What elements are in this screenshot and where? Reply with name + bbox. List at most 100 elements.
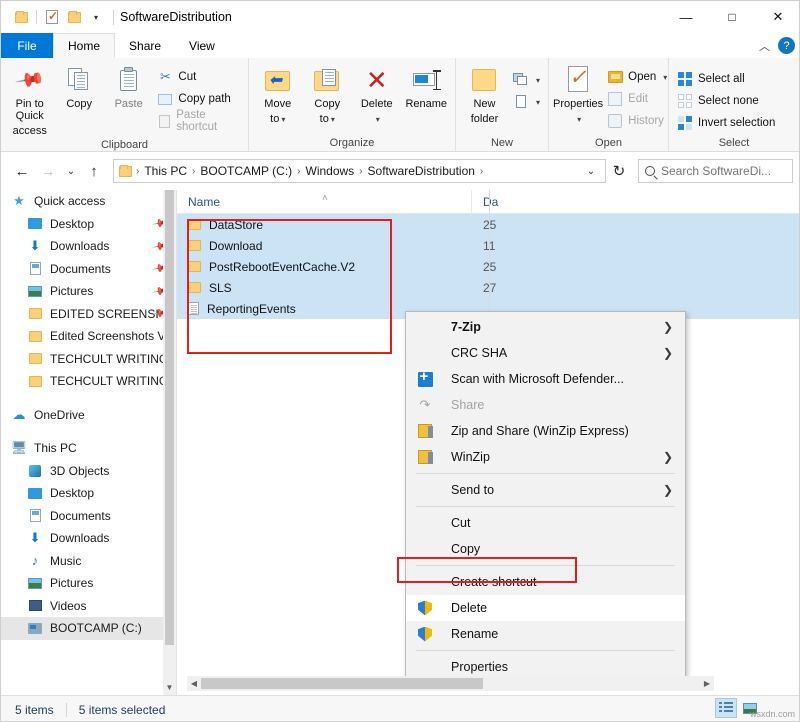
pin-to-quick-access-button[interactable]: 📌 Pin to Quick access bbox=[5, 61, 54, 137]
hscroll-left-icon[interactable]: ◀ bbox=[187, 676, 201, 691]
delete-caret-icon[interactable]: ▾ bbox=[376, 115, 380, 124]
nav-item-pictures[interactable]: Pictures bbox=[1, 572, 176, 595]
select-all-button[interactable]: Select all bbox=[673, 68, 779, 90]
copy-button[interactable]: Copy bbox=[54, 61, 103, 110]
tab-view[interactable]: View bbox=[175, 33, 229, 58]
close-button[interactable]: ✕ bbox=[755, 1, 800, 33]
recent-locations-button[interactable]: ⌄ bbox=[61, 158, 81, 184]
nav-scrollbar[interactable]: ▼ bbox=[163, 190, 176, 695]
column-header-date[interactable]: Da bbox=[472, 190, 592, 214]
nav-item-label: EDITED SCREENSI bbox=[50, 307, 159, 321]
menu-item-crc-sha[interactable]: CRC SHA❯ bbox=[406, 340, 685, 366]
nav-item-downloads[interactable]: ⬇Downloads📌 bbox=[1, 235, 176, 258]
collapse-ribbon-icon[interactable]: ︿ bbox=[759, 38, 770, 54]
menu-item-delete[interactable]: Delete bbox=[406, 595, 685, 621]
easy-access-caret-icon[interactable]: ▾ bbox=[536, 98, 540, 107]
copy-to-caret-icon[interactable]: ▾ bbox=[331, 115, 335, 124]
help-icon[interactable]: ? bbox=[778, 37, 795, 54]
menu-item-7-zip[interactable]: 7-Zip❯ bbox=[406, 314, 685, 340]
nav-item-documents[interactable]: Documents📌 bbox=[1, 258, 176, 281]
hscroll-thumb[interactable] bbox=[201, 678, 483, 689]
tab-share[interactable]: Share bbox=[115, 33, 175, 58]
qat-customize-caret-icon[interactable]: ▾ bbox=[85, 6, 107, 28]
copy-path-icon bbox=[157, 91, 173, 107]
properties-button[interactable]: ✓ Properties ▾ bbox=[553, 61, 603, 126]
file-name-label: PostRebootEventCache.V2 bbox=[209, 260, 355, 274]
qat-properties-icon[interactable] bbox=[41, 6, 63, 28]
cut-button[interactable]: ✂ Cut bbox=[153, 66, 244, 88]
nav-item-documents[interactable]: Documents bbox=[1, 505, 176, 528]
up-button[interactable]: ↑ bbox=[81, 158, 107, 184]
group-label-select: Select bbox=[673, 135, 795, 151]
nav-scrollbar-thumb[interactable] bbox=[165, 190, 174, 645]
search-box[interactable]: Search SoftwareDi... bbox=[638, 159, 793, 183]
nav-item-techcult-writing[interactable]: TECHCULT WRITING bbox=[1, 370, 176, 393]
nav-item-music[interactable]: ♪Music bbox=[1, 550, 176, 573]
column-header-name[interactable]: Name ˄ bbox=[177, 190, 472, 214]
maximize-button[interactable]: □ bbox=[709, 1, 755, 33]
nav-item-downloads[interactable]: ⬇Downloads bbox=[1, 527, 176, 550]
breadcrumb-windows[interactable]: Windows bbox=[303, 164, 358, 178]
qat-new-folder-icon[interactable] bbox=[63, 6, 85, 28]
new-item-button[interactable]: ▾ bbox=[509, 69, 544, 91]
breadcrumb-softwaredistribution[interactable]: SoftwareDistribution bbox=[365, 164, 478, 178]
back-button[interactable]: ← bbox=[9, 158, 35, 184]
nav-scroll-down-icon[interactable]: ▼ bbox=[163, 680, 176, 695]
qat-folder-icon[interactable] bbox=[10, 6, 32, 28]
qat-divider bbox=[36, 10, 37, 24]
menu-item-zip-and-share-winzip-express[interactable]: Zip and Share (WinZip Express) bbox=[406, 418, 685, 444]
open-button[interactable]: Open ▾ bbox=[603, 66, 671, 88]
select-none-button[interactable]: Select none bbox=[673, 90, 779, 112]
menu-item-scan-with-microsoft-defender[interactable]: Scan with Microsoft Defender... bbox=[406, 366, 685, 392]
menu-item-rename[interactable]: Rename bbox=[406, 621, 685, 647]
nav-item-desktop[interactable]: Desktop bbox=[1, 482, 176, 505]
new-folder-button[interactable]: New folder bbox=[460, 61, 509, 125]
nav-item-onedrive[interactable]: ☁OneDrive bbox=[1, 404, 176, 427]
tab-file[interactable]: File bbox=[1, 33, 53, 58]
nav-item-edited-screenshots-v[interactable]: Edited Screenshots V bbox=[1, 325, 176, 348]
copy-to-button[interactable]: Copy to▾ bbox=[303, 61, 353, 126]
tab-home[interactable]: Home bbox=[53, 33, 115, 58]
rename-button[interactable]: Rename bbox=[402, 61, 452, 110]
paste-button[interactable]: Paste bbox=[104, 61, 153, 110]
nav-item-this-pc[interactable]: 🖥This PC bbox=[1, 437, 176, 460]
open-caret-icon[interactable]: ▾ bbox=[663, 73, 667, 82]
address-input[interactable]: › This PC › BOOTCAMP (C:) › Windows › So… bbox=[113, 159, 606, 183]
file-list-horizontal-scrollbar[interactable]: ◀ ▶ bbox=[187, 676, 714, 691]
menu-item-winzip[interactable]: WinZip❯ bbox=[406, 444, 685, 470]
breadcrumb-bootcamp[interactable]: BOOTCAMP (C:) bbox=[197, 164, 295, 178]
refresh-button[interactable]: ↻ bbox=[606, 158, 632, 184]
nav-item-edited-screensi[interactable]: EDITED SCREENSI📌 bbox=[1, 303, 176, 326]
delete-button[interactable]: ✕ Delete ▾ bbox=[352, 61, 402, 126]
copy-path-button[interactable]: Copy path bbox=[153, 88, 244, 110]
file-date-cell: 25 bbox=[472, 218, 592, 232]
hscroll-track[interactable] bbox=[201, 676, 700, 691]
hscroll-right-icon[interactable]: ▶ bbox=[700, 676, 714, 691]
breadcrumb-this-pc[interactable]: This PC bbox=[141, 164, 190, 178]
invert-selection-button[interactable]: Invert selection bbox=[673, 112, 779, 134]
documents-icon bbox=[27, 261, 43, 277]
move-to-label-1: Move bbox=[264, 98, 291, 110]
nav-item-bootcamp-c[interactable]: BOOTCAMP (C:) bbox=[1, 617, 176, 640]
group-label-clipboard: Clipboard bbox=[5, 137, 244, 153]
easy-access-button[interactable]: ▾ bbox=[509, 91, 544, 113]
details-view-button[interactable] bbox=[715, 698, 737, 718]
move-to-caret-icon[interactable]: ▾ bbox=[281, 115, 285, 124]
nav-item-videos[interactable]: Videos bbox=[1, 595, 176, 618]
address-dropdown-icon[interactable]: ⌄ bbox=[581, 158, 601, 184]
nav-item-3d-objects[interactable]: 3D Objects bbox=[1, 460, 176, 483]
nav-item-desktop[interactable]: Desktop📌 bbox=[1, 213, 176, 236]
file-name-label: ReportingEvents bbox=[207, 302, 296, 316]
new-item-caret-icon[interactable]: ▾ bbox=[536, 76, 540, 85]
nav-item-techcult-writing[interactable]: TECHCULT WRITING bbox=[1, 348, 176, 371]
menu-item-cut[interactable]: Cut bbox=[406, 510, 685, 536]
minimize-button[interactable]: — bbox=[663, 1, 709, 33]
menu-item-copy[interactable]: Copy bbox=[406, 536, 685, 562]
nav-item-quick-access[interactable]: ★Quick access bbox=[1, 190, 176, 213]
nav-item-pictures[interactable]: Pictures📌 bbox=[1, 280, 176, 303]
properties-caret-icon[interactable]: ▾ bbox=[577, 115, 581, 124]
move-to-button[interactable]: ⬅ Move to▾ bbox=[253, 61, 303, 126]
menu-item-send-to[interactable]: Send to❯ bbox=[406, 477, 685, 503]
menu-item-create-shortcut[interactable]: Create shortcut bbox=[406, 569, 685, 595]
file-name-cell: DataStore bbox=[177, 218, 472, 232]
